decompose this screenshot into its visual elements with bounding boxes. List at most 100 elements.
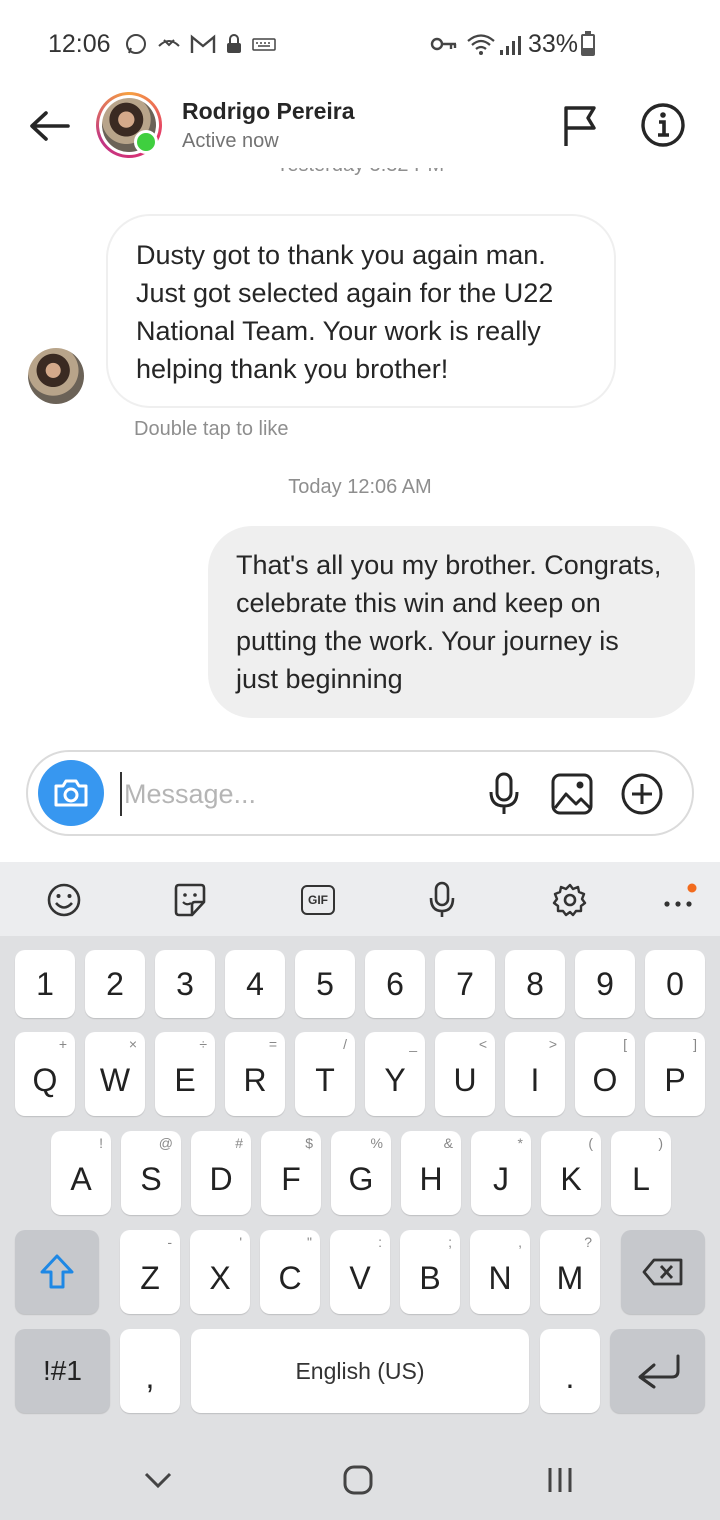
status-bar: 12:06 33% <box>0 0 720 90</box>
gif-icon: GIF <box>301 885 335 915</box>
key-label: H <box>419 1160 443 1197</box>
outgoing-message-bubble[interactable]: That's all you my brother. Congrats, cel… <box>208 526 695 718</box>
key-t[interactable]: / T <box>295 1032 355 1116</box>
comma-key[interactable]: , <box>120 1329 180 1413</box>
contact-name[interactable]: Rodrigo Pereira <box>182 98 355 125</box>
key-label: !#1 <box>43 1355 82 1386</box>
key-secondary-label: @ <box>158 1135 173 1151</box>
key-2[interactable]: 2 <box>85 950 145 1018</box>
key-label: R <box>243 1061 267 1098</box>
back-button[interactable] <box>26 104 74 148</box>
key-9[interactable]: 9 <box>575 950 635 1018</box>
key-v[interactable]: :V <box>330 1230 390 1314</box>
keyboard-settings-button[interactable] <box>548 878 592 922</box>
key-label: 6 <box>386 965 404 1002</box>
backspace-key[interactable] <box>621 1230 705 1314</box>
key-g[interactable]: % G <box>331 1131 391 1215</box>
key-label: 2 <box>106 965 124 1002</box>
key-e[interactable]: ÷ E <box>155 1032 215 1116</box>
key-w[interactable]: × W <box>85 1032 145 1116</box>
key-y[interactable]: _ Y <box>365 1032 425 1116</box>
key-c[interactable]: " C <box>260 1230 320 1314</box>
key-d[interactable]: # D <box>191 1131 251 1215</box>
key-0[interactable]: 0 <box>645 950 705 1018</box>
image-icon <box>551 773 593 815</box>
whatsapp-icon <box>126 34 146 54</box>
key-label: M <box>556 1259 584 1296</box>
key-7[interactable]: 7 <box>435 950 495 1018</box>
message-input[interactable] <box>120 772 460 816</box>
nav-back-button[interactable] <box>136 1458 180 1502</box>
sticker-button[interactable] <box>168 878 212 922</box>
key-h[interactable]: & H <box>401 1131 461 1215</box>
key-4[interactable]: 4 <box>225 950 285 1018</box>
key-l[interactable]: ) L <box>611 1131 671 1215</box>
recents-icon <box>548 1468 572 1492</box>
key-icon <box>430 37 457 51</box>
key-z[interactable]: -Z <box>120 1230 180 1314</box>
key-b[interactable]: ; B <box>400 1230 460 1314</box>
voice-message-button[interactable] <box>484 772 524 816</box>
key-label: Z <box>140 1259 160 1296</box>
key-label: Y <box>384 1061 406 1098</box>
nav-home-button[interactable] <box>336 1458 380 1502</box>
space-key[interactable]: English (US) <box>191 1329 529 1413</box>
message-composer <box>26 750 694 836</box>
key-5[interactable]: 5 <box>295 950 355 1018</box>
backspace-icon <box>642 1258 683 1286</box>
report-button[interactable] <box>560 104 600 148</box>
symbols-key[interactable]: !#1 <box>15 1329 110 1413</box>
system-navigation-bar <box>0 1440 720 1520</box>
sticker-icon <box>174 883 206 917</box>
key-f[interactable]: $ F <box>261 1131 321 1215</box>
voice-input-button[interactable] <box>420 878 464 922</box>
key-s[interactable]: @ S <box>121 1131 181 1215</box>
info-button[interactable] <box>640 102 686 148</box>
shift-key[interactable] <box>15 1230 99 1314</box>
key-u[interactable]: < U <box>435 1032 495 1116</box>
key-secondary-label: < <box>478 1036 487 1052</box>
enter-key[interactable] <box>610 1329 705 1413</box>
timestamp-yesterday: Yesterday 5:32 PM <box>0 168 720 180</box>
key-p[interactable]: ] P <box>645 1032 705 1116</box>
more-tools-button[interactable] <box>656 878 700 922</box>
key-q[interactable]: + Q <box>15 1032 75 1116</box>
message-thread[interactable]: Yesterday 5:32 PM Dusty got to thank you… <box>0 168 720 748</box>
key-i[interactable]: > I <box>505 1032 565 1116</box>
arrow-left-icon <box>30 111 70 141</box>
more-options-button[interactable] <box>620 772 664 816</box>
timestamp-text: Yesterday 5:32 PM <box>276 168 444 177</box>
camera-button[interactable] <box>38 760 104 826</box>
key-secondary-label: : <box>378 1234 382 1250</box>
key-r[interactable]: = R <box>225 1032 285 1116</box>
missed-call-icon <box>158 39 180 47</box>
gif-button[interactable]: GIF <box>296 878 340 922</box>
key-label: S <box>140 1160 162 1197</box>
nav-recents-button[interactable] <box>538 1458 582 1502</box>
flag-icon <box>564 106 596 146</box>
key-label: A <box>70 1160 92 1197</box>
key-3[interactable]: 3 <box>155 950 215 1018</box>
gmail-icon <box>190 34 216 53</box>
key-label: K <box>560 1160 582 1197</box>
key-n[interactable]: ,N <box>470 1230 530 1314</box>
key-1[interactable]: 1 <box>15 950 75 1018</box>
contact-status: Active now <box>182 130 279 152</box>
gallery-button[interactable] <box>550 772 594 816</box>
key-j[interactable]: * J <box>471 1131 531 1215</box>
key-k[interactable]: (K <box>541 1131 601 1215</box>
key-label: . <box>565 1358 575 1395</box>
incoming-message-bubble[interactable]: Dusty got to thank you again man. Just g… <box>106 214 616 408</box>
key-x[interactable]: ' X <box>190 1230 250 1314</box>
key-label: L <box>632 1160 650 1197</box>
key-6[interactable]: 6 <box>365 950 425 1018</box>
key-secondary-label: $ <box>305 1135 313 1151</box>
emoji-button[interactable] <box>42 878 86 922</box>
period-key[interactable]: . <box>540 1329 600 1413</box>
key-secondary-label: , <box>518 1234 522 1250</box>
key-a[interactable]: ! A <box>51 1131 111 1215</box>
sender-avatar[interactable] <box>28 348 84 404</box>
key-m[interactable]: ? M <box>540 1230 600 1314</box>
key-o[interactable]: [O <box>575 1032 635 1116</box>
key-8[interactable]: 8 <box>505 950 565 1018</box>
